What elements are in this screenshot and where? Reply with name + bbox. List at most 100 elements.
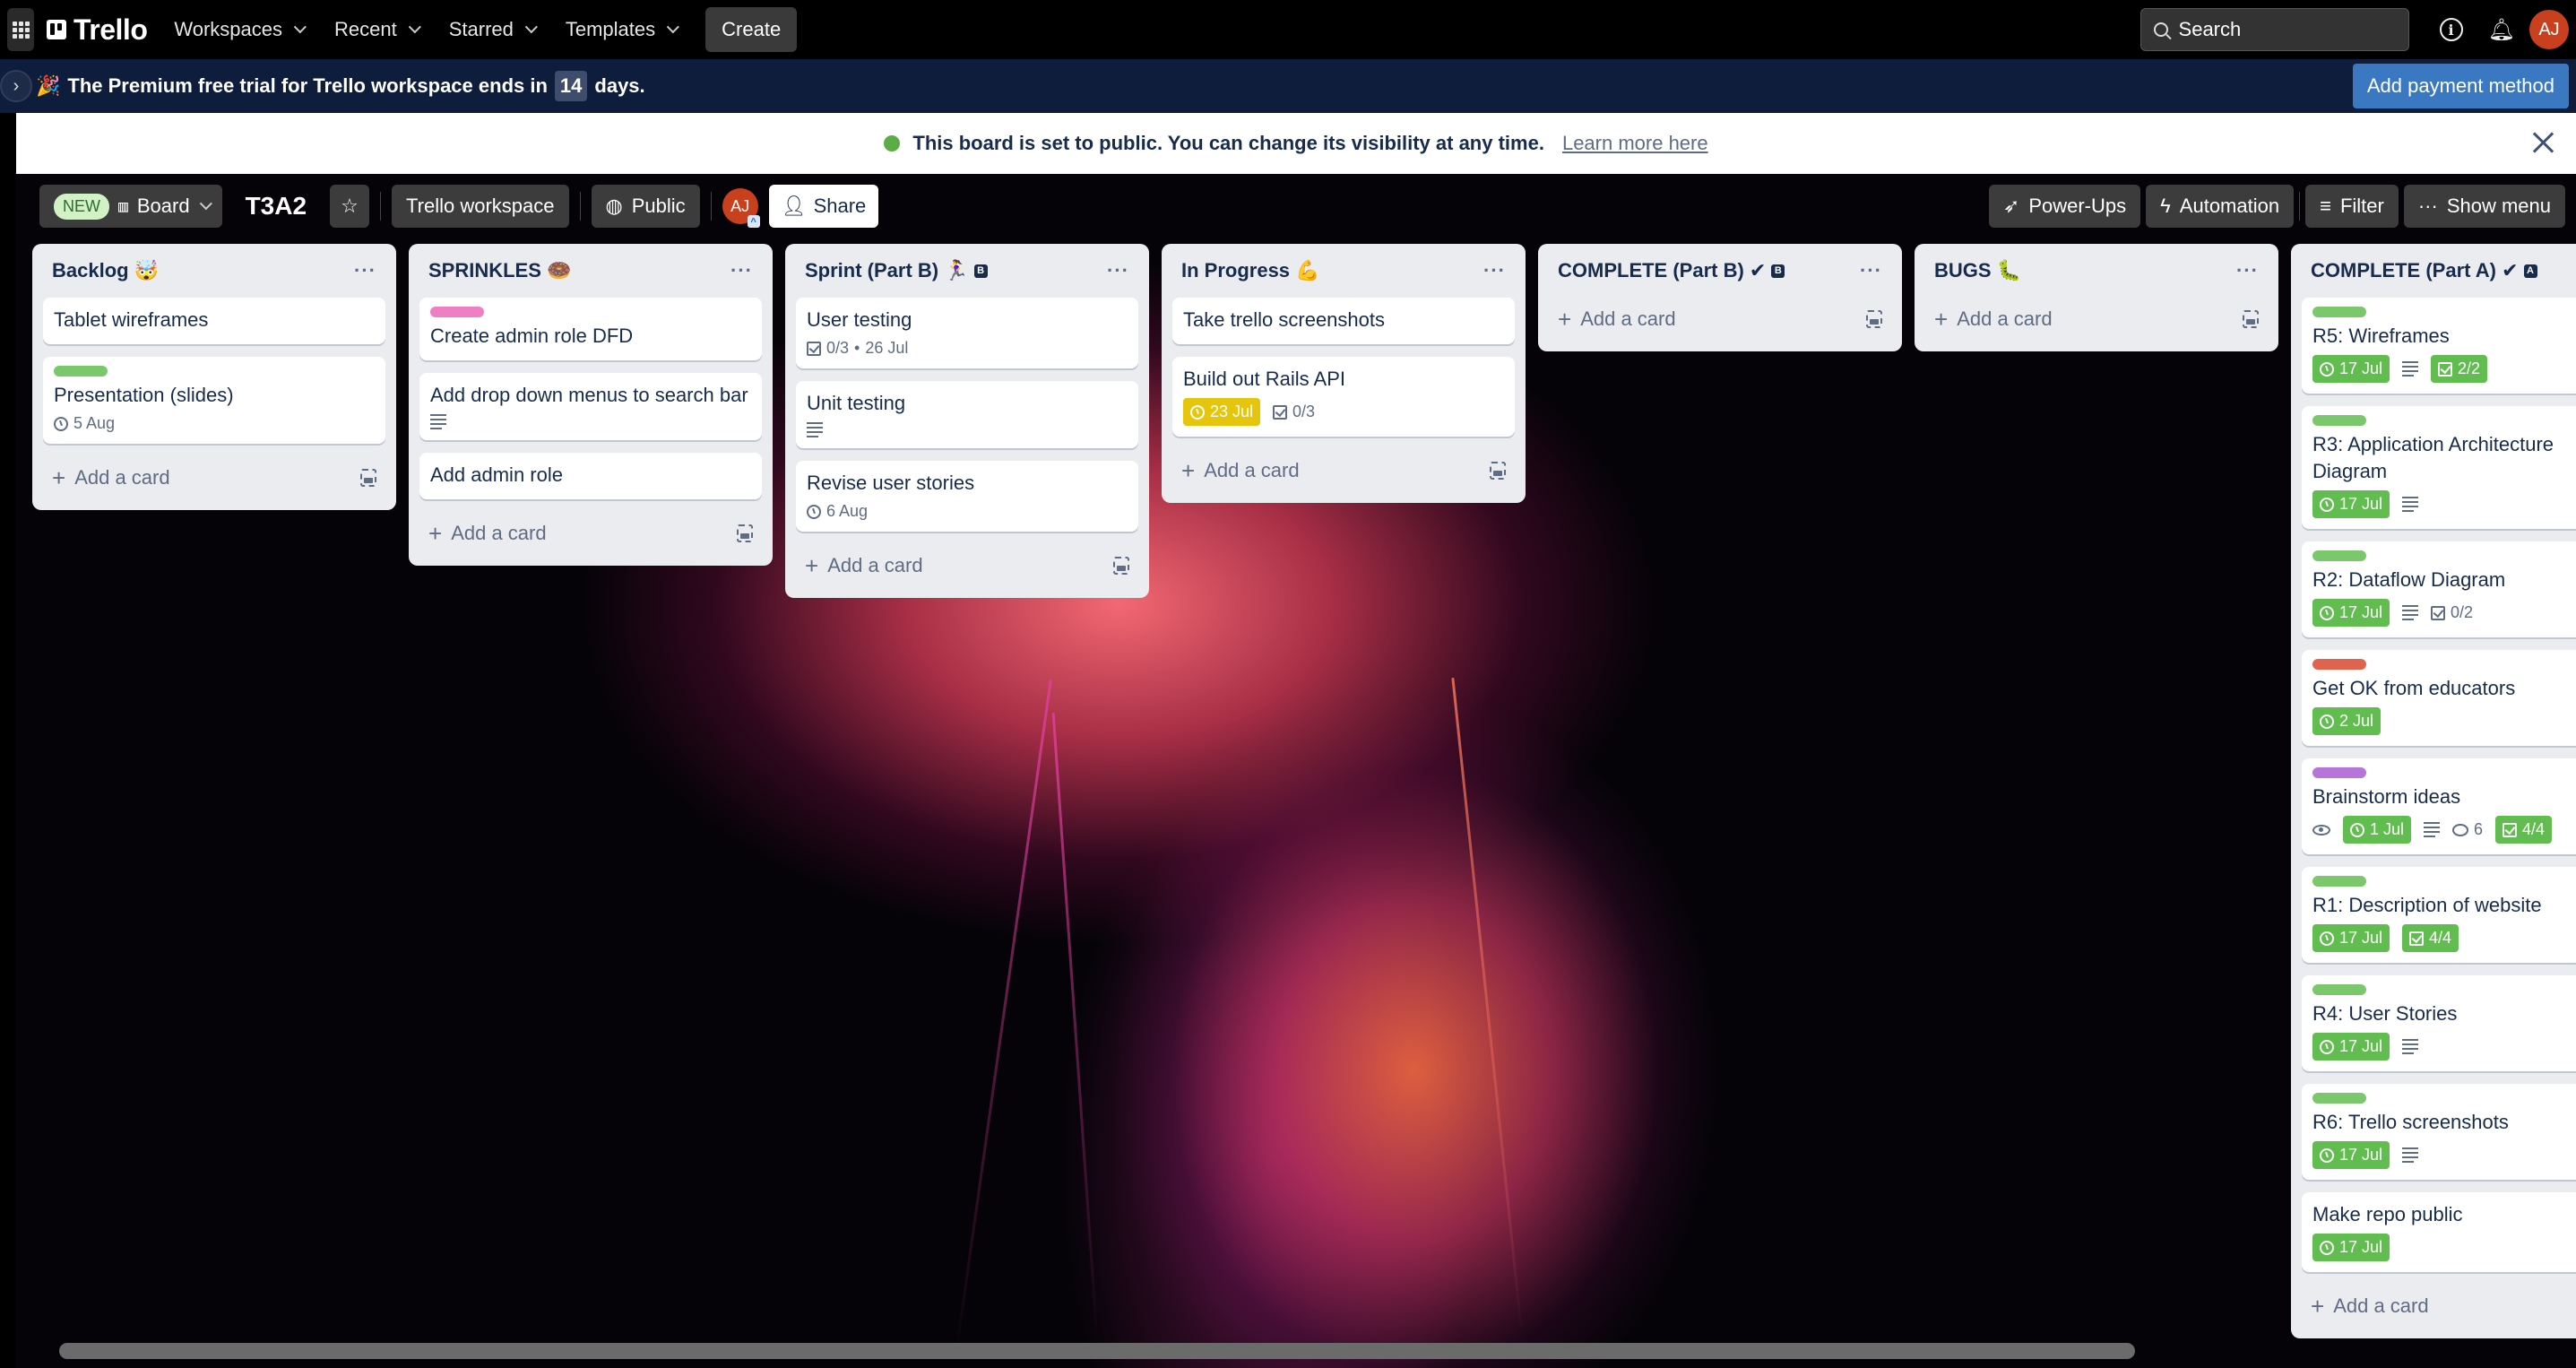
add-card-button[interactable]: + Add a card [1181,459,1300,482]
sidebar-expand-button[interactable]: › [0,70,32,102]
close-icon[interactable] [2529,129,2556,156]
create-from-template-icon[interactable] [737,524,753,542]
filter-button[interactable]: ≡ Filter [2305,185,2399,228]
show-menu-button[interactable]: ··· Show menu [2403,185,2565,228]
card[interactable]: Make repo public 17 Jul [2302,1192,2576,1272]
due-date-badge[interactable]: 17 Jul [2312,1033,2390,1061]
add-card-button[interactable]: + Add a card [1558,307,1676,331]
card[interactable]: Take trello screenshots [1172,298,1515,344]
app-switcher-button[interactable] [7,8,34,51]
list-actions-icon[interactable]: ··· [1860,259,1882,282]
list-actions-icon[interactable]: ··· [2236,259,2259,282]
list-header[interactable]: Backlog 🤯 ··· [43,244,385,298]
due-date-badge[interactable]: 17 Jul [2312,599,2390,627]
list-header[interactable]: Sprint (Part B) 🏃‍♀️ B ··· [796,244,1138,298]
create-from-template-icon[interactable] [2243,310,2259,328]
due-date-badge[interactable]: 17 Jul [2312,1234,2390,1261]
nav-templates[interactable]: Templates [566,18,680,41]
card[interactable]: Get OK from educators 2 Jul [2302,650,2576,746]
card[interactable]: Brainstorm ideas 1 Jul 6 4/4 [2302,758,2576,854]
list-actions-icon[interactable]: ··· [730,259,753,282]
card[interactable]: Add admin role [419,453,762,499]
card[interactable]: Revise user stories 6 Aug [796,461,1138,532]
list-title[interactable]: COMPLETE (Part A) ✔ A [2311,259,2537,282]
share-button[interactable]: 👤︎ Share [768,185,879,228]
card[interactable]: User testing 0/3 • 26 Jul [796,298,1138,368]
card-label-green[interactable] [2312,876,2366,887]
view-switcher-button[interactable]: NEW ▥ Board [39,185,222,228]
list-title[interactable]: SPRINKLES 🍩 [428,259,571,282]
info-icon[interactable]: i [2439,18,2463,41]
search-input[interactable]: Search [2139,8,2409,51]
bell-icon[interactable]: 🔔︎ [2488,17,2515,43]
add-card-button[interactable]: + Add a card [52,466,170,489]
card[interactable]: Tablet wireframes [43,298,385,344]
due-date-badge[interactable]: 6 Aug [807,502,868,521]
due-date-badge[interactable]: 17 Jul [2312,924,2390,952]
card-label-green[interactable] [2312,307,2366,317]
nav-recent[interactable]: Recent [334,18,421,41]
learn-more-link[interactable]: Learn more here [1562,132,1708,155]
due-date-badge[interactable]: 17 Jul [2312,355,2390,383]
due-date-badge[interactable]: 5 Aug [54,414,115,433]
card[interactable]: R4: User Stories 17 Jul [2302,975,2576,1071]
nav-workspaces[interactable]: Workspaces [174,18,307,41]
due-date-badge[interactable]: 17 Jul [2312,490,2390,518]
board-title[interactable]: T3A2 [233,192,319,221]
create-from-template-icon[interactable] [360,469,376,487]
due-date-badge[interactable]: 2 Jul [2312,707,2382,735]
card-label-purple[interactable] [2312,767,2366,778]
card[interactable]: R5: Wireframes 17 Jul 2/2 [2302,298,2576,394]
account-avatar[interactable]: AJ [2529,10,2569,49]
list-actions-icon[interactable]: ··· [354,259,376,282]
list-header[interactable]: SPRINKLES 🍩 ··· [419,244,762,298]
due-date-badge[interactable]: 23 Jul [1183,398,1261,426]
list-title[interactable]: Sprint (Part B) 🏃‍♀️ B [805,259,988,282]
create-from-template-icon[interactable] [1866,310,1882,328]
card-label-green[interactable] [54,366,108,377]
list-title[interactable]: In Progress 💪 [1181,259,1320,282]
nav-starred[interactable]: Starred [449,18,538,41]
card-label-red[interactable] [2312,659,2366,670]
list-actions-icon[interactable]: ··· [1107,259,1129,282]
card-label-green[interactable] [2312,1093,2366,1104]
create-button[interactable]: Create [705,7,798,52]
list-header[interactable]: COMPLETE (Part A) ✔A··· [2302,244,2576,298]
list-actions-icon[interactable]: ··· [1483,259,1506,282]
add-card-button[interactable]: + Add a card [805,554,923,577]
list-title[interactable]: Backlog 🤯 [52,259,159,282]
due-date-badge[interactable]: 1 Jul [2343,816,2412,844]
card[interactable]: R6: Trello screenshots 17 Jul [2302,1084,2576,1180]
create-from-template-icon[interactable] [1113,557,1129,575]
automation-button[interactable]: ϟ Automation [2146,185,2295,228]
card[interactable]: Add drop down menus to search bar [419,373,762,440]
card[interactable]: Presentation (slides) 5 Aug [43,357,385,444]
add-card-button[interactable]: + Add a card [428,522,547,545]
card-label-green[interactable] [2312,984,2366,995]
trello-logo[interactable]: Trello [47,13,148,47]
card[interactable]: R3: Application Architecture Diagram 17 J… [2302,406,2576,529]
list-header[interactable]: In Progress 💪 ··· [1172,244,1515,298]
visibility-button[interactable]: ◍ Public [591,185,700,228]
workspace-button[interactable]: Trello workspace [392,185,569,228]
list-title[interactable]: COMPLETE (Part B) ✔ B [1558,259,1785,282]
card[interactable]: R2: Dataflow Diagram 17 Jul 0/2 [2302,541,2576,637]
list-title[interactable]: BUGS 🐛 [1934,259,2021,282]
member-avatar[interactable]: AJ [722,188,760,228]
card-label-pink[interactable] [430,307,484,317]
card-label-green[interactable] [2312,415,2366,426]
card[interactable]: Build out Rails API 23 Jul 0/3 [1172,357,1515,437]
list-header[interactable]: COMPLETE (Part B) ✔ B ··· [1549,244,1891,298]
add-card-button[interactable]: + Add a card [1934,307,2053,331]
power-ups-button[interactable]: ➶ Power-Ups [1988,185,2141,228]
due-date-badge[interactable]: 17 Jul [2312,1141,2390,1169]
add-payment-method-button[interactable]: Add payment method [2352,64,2569,108]
card-label-green[interactable] [2312,550,2366,561]
create-from-template-icon[interactable] [1490,462,1506,480]
card[interactable]: R1: Description of website 17 Jul 4/4 [2302,867,2576,963]
add-card-button[interactable]: + Add a card [2311,1294,2429,1318]
star-button[interactable]: ☆ [330,185,370,228]
card[interactable]: Create admin role DFD [419,298,762,360]
list-header[interactable]: BUGS 🐛 ··· [1925,244,2268,298]
card[interactable]: Unit testing [796,381,1138,448]
